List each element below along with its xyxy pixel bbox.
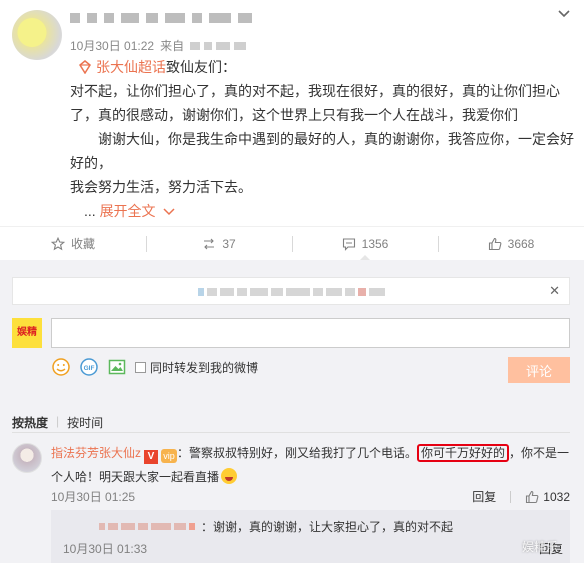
- thumbs-up-icon: [526, 490, 539, 503]
- reply-text: ：谢谢，真的谢谢，让大家担心了，真的对不起: [201, 520, 454, 534]
- gif-icon[interactable]: GIF: [79, 357, 99, 377]
- image-icon[interactable]: [107, 357, 127, 377]
- like-button[interactable]: 3668: [438, 227, 584, 260]
- post-source-blurred: [190, 41, 247, 50]
- chevron-down-icon[interactable]: [556, 6, 572, 22]
- comment-text-before: ：警察叔叔特别好，刚又给我打了几个电话。: [177, 446, 418, 460]
- post-timestamp[interactable]: 10月30日 01:22: [70, 37, 154, 54]
- vip-badge: vip: [161, 449, 178, 463]
- comment-text: 指法芬芳张大仙z Vvip ：警察叔叔特别好，刚又给我打了几个电话。 你可千万好好的，…: [51, 441, 576, 489]
- checkbox-box[interactable]: [135, 361, 146, 373]
- emoji-icon[interactable]: [51, 357, 71, 377]
- post-body: 张大仙超话致仙友们： 对不起，让你们担心了，真的对不起，我现在很好，真的很好，真…: [70, 55, 575, 223]
- super-topic-icon: [79, 60, 91, 74]
- super-topic-link[interactable]: 张大仙超话: [96, 59, 166, 75]
- author-avatar[interactable]: [12, 10, 62, 60]
- reply-footer: 10月30日 01:33 回复: [63, 540, 563, 557]
- current-user-avatar: 娱精: [12, 318, 42, 348]
- reply-thread: ：谢谢，真的谢谢，让大家担心了，真的对不起 10月30日 01:33 回复 娱精…: [51, 510, 570, 563]
- sort-divider: [12, 432, 570, 433]
- star-icon: [50, 236, 65, 250]
- sync-label: 同时转发到我的微博: [150, 360, 259, 375]
- favorite-label: 收藏: [70, 237, 95, 251]
- watermark-text: 娱精乐: [521, 540, 558, 554]
- reply-content: ：谢谢，真的谢谢，让大家担心了，真的对不起: [99, 518, 453, 535]
- reply-button[interactable]: 回复: [472, 488, 496, 505]
- author-name-blurred[interactable]: [70, 13, 252, 23]
- sort-separator: |: [56, 414, 60, 428]
- expand-label[interactable]: 展开全文: [100, 203, 156, 219]
- comment-sort: 按热度 | 按时间: [12, 414, 103, 431]
- repost-icon: [204, 238, 215, 249]
- verified-badge: V: [144, 450, 159, 464]
- comment-section: ✕ 娱精 GIF 同时转发到我的微博 评论 按热度 | 按时间 指法芬芳张大仙z…: [0, 260, 584, 563]
- post-action-bar: 收藏 37 1356 3668: [0, 226, 584, 261]
- post-greeting: 致仙友们：: [166, 59, 236, 75]
- post-paragraph-1: 对不起，让你们担心了，真的对不起，我现在很好，真的很好，真的让你们担心了，真的很…: [70, 83, 560, 123]
- thumbs-up-icon: [488, 237, 502, 250]
- blurred-notice-text: [198, 288, 385, 296]
- close-icon[interactable]: ✕: [549, 283, 560, 299]
- commenter-name[interactable]: 指法芬芳张大仙z: [51, 446, 141, 460]
- comment-footer: 10月30日 01:25 回复 1032: [51, 488, 570, 505]
- svg-text:GIF: GIF: [84, 365, 95, 372]
- commenter-avatar[interactable]: [12, 443, 42, 473]
- post-paragraph-2: 谢谢大仙，你是我生命中遇到的最好的人，真的谢谢你，我答应你，一定会好好的，: [70, 131, 574, 171]
- comment-button[interactable]: 1356: [292, 227, 438, 261]
- footer-separator: [510, 490, 512, 503]
- weibo-post: 10月30日 01:22 来自 张大仙超话致仙友们： 对不起，让你们担心了，真的…: [0, 0, 584, 261]
- reply-author-blurred[interactable]: [99, 523, 195, 530]
- comment-time: 10月30日 01:25: [51, 490, 136, 504]
- chevron-down-icon: [163, 208, 175, 216]
- comment-icon: [342, 237, 355, 251]
- kiss-emoji-icon: [221, 468, 238, 484]
- post-source-prefix: 来自: [160, 39, 185, 53]
- comment-like-button[interactable]: 1032: [525, 490, 570, 504]
- post-meta: 10月30日 01:22 来自: [70, 37, 247, 54]
- expand-full-text[interactable]: ... 展开全文: [70, 199, 575, 223]
- like-count: 3668: [507, 236, 535, 251]
- blurred-notice-bar: ✕: [12, 277, 570, 305]
- comment-input[interactable]: [51, 318, 570, 348]
- sort-by-time[interactable]: 按时间: [67, 414, 103, 431]
- repost-button[interactable]: 37: [146, 227, 292, 260]
- highlighted-phrase: 你可千万好好的: [417, 444, 510, 462]
- reply-time: 10月30日 01:33: [63, 542, 148, 556]
- sync-to-my-weibo-checkbox[interactable]: 同时转发到我的微博: [135, 359, 258, 376]
- sort-by-hot[interactable]: 按热度: [12, 414, 48, 431]
- submit-comment-button[interactable]: 评论: [508, 357, 570, 383]
- expand-dots: ...: [84, 203, 96, 219]
- favorite-button[interactable]: 收藏: [0, 227, 146, 260]
- comment-like-count: 1032: [543, 489, 570, 504]
- composer-toolbar: GIF 同时转发到我的微博: [51, 357, 258, 377]
- repost-count: 37: [222, 236, 236, 251]
- comment-count: 1356: [361, 236, 389, 251]
- post-paragraph-3: 我会努力生活，努力活下去。: [70, 179, 252, 195]
